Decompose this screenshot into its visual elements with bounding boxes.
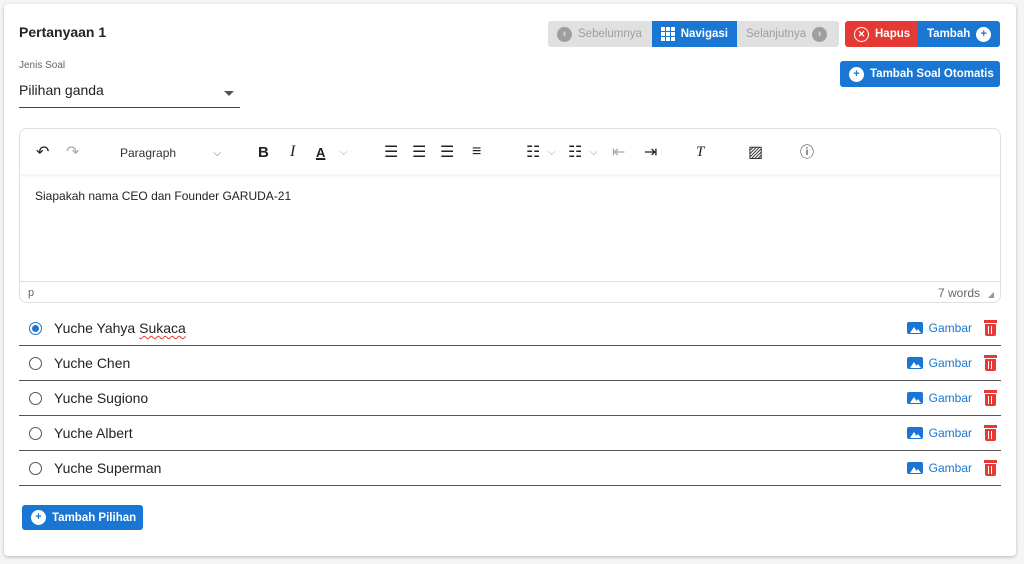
chevron-down-icon[interactable]: ⌵: [340, 141, 348, 163]
block-format-select[interactable]: Paragraph ⌵: [114, 142, 227, 164]
align-right-icon[interactable]: ☰: [440, 141, 454, 163]
editor-statusbar: p 7 words ◢: [20, 281, 1000, 302]
indent-icon[interactable]: ⇥: [644, 141, 657, 163]
answer-option: Yuche Yahya Sukaca Gambar: [19, 311, 1001, 346]
delete-option-icon[interactable]: [984, 355, 997, 371]
image-icon[interactable]: [906, 427, 923, 439]
chevron-down-icon: ⌵: [213, 147, 221, 159]
image-button[interactable]: Gambar: [929, 321, 972, 335]
delete-label: Hapus: [875, 28, 911, 40]
align-justify-icon[interactable]: ≡: [472, 141, 481, 163]
answer-option: Yuche Chen Gambar: [19, 346, 1001, 381]
navigation-button[interactable]: Navigasi: [652, 21, 737, 47]
plus-circle-icon: +: [976, 26, 992, 42]
option-actions: Gambar: [906, 320, 997, 336]
answer-option: Yuche Sugiono Gambar: [19, 381, 1001, 416]
add-option-button[interactable]: + Tambah Pilihan: [22, 505, 143, 530]
block-format-value: Paragraph: [120, 146, 177, 160]
text-color-icon[interactable]: A: [316, 141, 325, 163]
italic-icon[interactable]: I: [290, 141, 295, 163]
option-text-main: Yuche Yahya: [54, 320, 140, 336]
answer-option: Yuche Albert Gambar: [19, 416, 1001, 451]
question-type-label: Jenis Soal: [19, 60, 66, 71]
option-actions: Gambar: [906, 355, 997, 371]
next-button[interactable]: Selanjutnya ›: [737, 21, 839, 47]
align-left-icon[interactable]: ☰: [384, 141, 398, 163]
chevron-left-icon: ‹: [557, 26, 572, 42]
option-text[interactable]: Yuche Albert: [54, 425, 133, 441]
image-icon[interactable]: [906, 357, 923, 369]
delete-option-icon[interactable]: [984, 460, 997, 476]
clear-formatting-icon[interactable]: T: [696, 141, 704, 163]
insert-image-icon[interactable]: ▨: [748, 141, 763, 163]
option-radio[interactable]: [29, 356, 42, 370]
editor-content[interactable]: Siapakah nama CEO dan Founder GARUDA-21: [35, 189, 291, 203]
help-icon[interactable]: ⓘ: [800, 141, 814, 163]
image-button[interactable]: Gambar: [929, 426, 972, 440]
undo-icon[interactable]: ↶: [36, 141, 49, 163]
option-actions: Gambar: [906, 460, 997, 476]
option-radio[interactable]: [29, 426, 42, 440]
image-button[interactable]: Gambar: [929, 391, 972, 405]
delete-option-icon[interactable]: [984, 425, 997, 441]
spelling-error-word: Sukaca: [139, 320, 186, 336]
align-center-icon[interactable]: ☰: [412, 141, 426, 163]
element-path[interactable]: p: [28, 287, 34, 299]
grid-icon: [661, 27, 675, 41]
word-count[interactable]: 7 words: [938, 286, 980, 300]
next-label: Selanjutnya: [746, 28, 807, 40]
option-text[interactable]: Yuche Superman: [54, 460, 161, 476]
option-radio[interactable]: [29, 321, 42, 335]
delete-option-icon[interactable]: [984, 320, 997, 336]
image-button[interactable]: Gambar: [929, 356, 972, 370]
caret-down-icon: [224, 91, 234, 96]
option-radio[interactable]: [29, 391, 42, 405]
auto-add-label: Tambah Soal Otomatis: [870, 68, 994, 80]
plus-circle-icon: +: [31, 510, 46, 525]
navigation-label: Navigasi: [680, 28, 728, 40]
option-actions: Gambar: [906, 390, 997, 406]
delete-option-icon[interactable]: [984, 390, 997, 406]
option-text[interactable]: Yuche Chen: [54, 355, 130, 371]
image-icon[interactable]: [906, 322, 923, 334]
add-option-label: Tambah Pilihan: [52, 511, 137, 524]
bullet-list-icon[interactable]: ☷: [526, 141, 540, 163]
image-icon[interactable]: [906, 462, 923, 474]
option-text[interactable]: Yuche Sugiono: [54, 390, 148, 406]
close-circle-icon: ✕: [854, 26, 869, 42]
question-card: Pertanyaan 1 ‹ Sebelumnya Navigasi Selan…: [4, 4, 1016, 556]
previous-label: Sebelumnya: [578, 28, 642, 40]
chevron-down-icon[interactable]: ⌵: [548, 141, 556, 163]
plus-circle-icon: +: [849, 66, 864, 82]
outdent-icon[interactable]: ⇤: [612, 141, 625, 163]
question-type-value: Pilihan ganda: [19, 82, 104, 98]
option-radio[interactable]: [29, 461, 42, 475]
option-text[interactable]: Yuche Yahya Sukaca: [54, 320, 186, 336]
answer-option: Yuche Superman Gambar: [19, 451, 1001, 486]
redo-icon[interactable]: ↷: [66, 141, 79, 163]
bold-icon[interactable]: B: [258, 141, 269, 163]
editor-toolbar: ↶ ↷ Paragraph ⌵ B I A ⌵ ☰ ☰ ☰ ≡ ☷ ⌵ ☷ ⌵ …: [20, 129, 1000, 174]
chevron-down-icon[interactable]: ⌵: [590, 141, 598, 163]
option-actions: Gambar: [906, 425, 997, 441]
delete-question-button[interactable]: ✕ Hapus: [845, 21, 918, 47]
image-button[interactable]: Gambar: [929, 461, 972, 475]
rich-text-editor: ↶ ↷ Paragraph ⌵ B I A ⌵ ☰ ☰ ☰ ≡ ☷ ⌵ ☷ ⌵ …: [19, 128, 1001, 303]
auto-add-question-button[interactable]: + Tambah Soal Otomatis: [840, 61, 1000, 87]
add-question-button[interactable]: Tambah +: [918, 21, 1000, 47]
image-icon[interactable]: [906, 392, 923, 404]
resize-handle-icon[interactable]: ◢: [988, 290, 994, 299]
previous-button[interactable]: ‹ Sebelumnya: [548, 21, 652, 47]
chevron-right-icon: ›: [812, 26, 828, 42]
numbered-list-icon[interactable]: ☷: [568, 141, 582, 163]
add-label: Tambah: [927, 28, 971, 40]
question-type-select[interactable]: Pilihan ganda: [19, 76, 240, 108]
question-title: Pertanyaan 1: [19, 24, 107, 40]
